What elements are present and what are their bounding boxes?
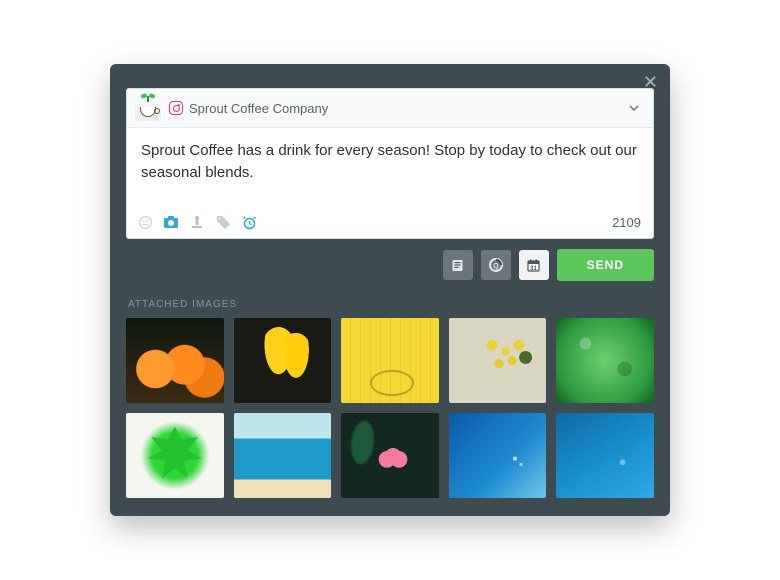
thumb-yellow-wall-bicycle[interactable] xyxy=(341,318,439,403)
thumb-green-lettuce[interactable] xyxy=(556,318,654,403)
composer-footer: 2109 xyxy=(127,208,653,238)
thumb-yellow-tulips[interactable] xyxy=(234,318,332,403)
svg-text:Q: Q xyxy=(493,263,499,270)
alarm-icon[interactable] xyxy=(241,214,257,230)
notes-button[interactable] xyxy=(443,250,473,280)
account-selector[interactable]: Sprout Coffee Company xyxy=(127,89,653,128)
queue-button[interactable]: Q xyxy=(481,250,511,280)
tag-icon[interactable] xyxy=(215,214,231,230)
thumb-ocean-aerial-plain[interactable] xyxy=(556,413,654,498)
svg-text:31: 31 xyxy=(530,266,537,272)
thumb-ocean-aerial-rocks[interactable] xyxy=(449,413,547,498)
schedule-button[interactable]: 31 xyxy=(519,250,549,280)
compose-modal: ✕ Sprout Coffee Company Sprout Coffee ha… xyxy=(110,64,670,516)
attached-images-grid xyxy=(126,318,654,498)
thumb-mimosa-flowers[interactable] xyxy=(449,318,547,403)
thumb-pink-flower[interactable] xyxy=(341,413,439,498)
send-button[interactable]: SEND xyxy=(557,249,654,281)
action-row: Q 31 SEND xyxy=(126,249,654,281)
stamp-icon[interactable] xyxy=(189,214,205,230)
close-icon[interactable]: ✕ xyxy=(643,72,658,93)
message-text: Sprout Coffee has a drink for every seas… xyxy=(141,140,639,184)
account-avatar xyxy=(135,95,161,121)
char-count: 2109 xyxy=(612,215,641,230)
attached-images-label: ATTACHED IMAGES xyxy=(128,299,654,310)
thumb-beach-shore[interactable] xyxy=(234,413,332,498)
account-name: Sprout Coffee Company xyxy=(189,101,627,116)
instagram-icon xyxy=(169,101,183,115)
thumb-pumpkins[interactable] xyxy=(126,318,224,403)
emoji-icon[interactable] xyxy=(137,214,153,230)
message-textarea[interactable]: Sprout Coffee has a drink for every seas… xyxy=(127,128,653,208)
thumb-maple-leaves[interactable] xyxy=(126,413,224,498)
composer-card: Sprout Coffee Company Sprout Coffee has … xyxy=(126,88,654,239)
camera-icon[interactable] xyxy=(163,214,179,230)
chevron-down-icon[interactable] xyxy=(627,101,641,115)
